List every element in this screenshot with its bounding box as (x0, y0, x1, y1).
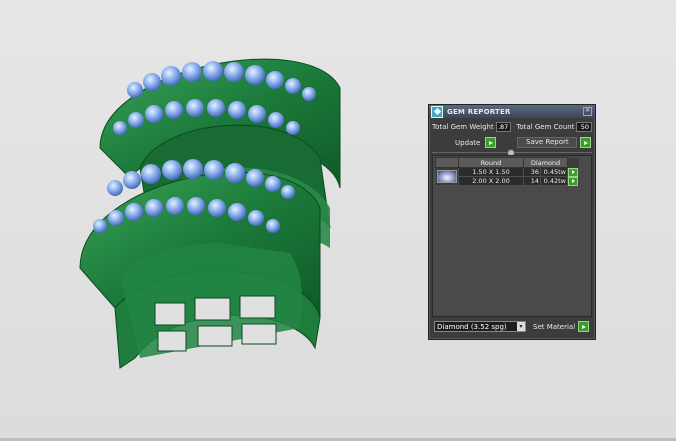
header-material: Diamond (523, 157, 568, 168)
gem-reporter-app-icon (431, 105, 443, 118)
set-material-label[interactable]: Set Material (533, 323, 575, 331)
total-gem-count-value: 50 (576, 122, 592, 132)
material-select[interactable]: Diamond (3.52 spg) ▾ (434, 321, 526, 332)
update-label[interactable]: Update (453, 139, 482, 147)
total-gem-count-label: Total Gem Count (516, 123, 575, 131)
gem-reporter-panel: GEM REPORTER ✕ Total Gem Weight .87 Tota… (428, 104, 596, 340)
total-gem-weight-value: .87 (495, 122, 512, 132)
row-weight: 0.42tw (540, 176, 568, 186)
material-bar: Diamond (3.52 spg) ▾ Set Material (434, 321, 590, 332)
row-go-cell (567, 167, 579, 177)
gem-table-header: Round Diamond (435, 157, 579, 168)
row-weight: 0.45tw (540, 167, 568, 177)
row-go-icon[interactable] (568, 167, 578, 177)
material-select-value: Diamond (3.52 spg) (437, 322, 507, 331)
row-size: 1.50 X 1.50 (458, 167, 524, 177)
panel-title: GEM REPORTER (447, 107, 511, 116)
gem-table: Round Diamond 1.50 X 1.50 36 0.45tw 2.00… (435, 157, 579, 186)
totals-row: Total Gem Weight .87 Total Gem Count 50 (429, 118, 595, 132)
panel-titlebar[interactable]: GEM REPORTER ✕ (429, 105, 595, 118)
set-material-go-icon[interactable] (578, 321, 590, 332)
row-count: 14 (523, 176, 541, 186)
gem-preview-icon (437, 170, 457, 183)
header-icon-col (435, 157, 459, 168)
gem-preview-cell (435, 167, 459, 186)
save-go-icon[interactable] (580, 137, 592, 148)
ring-model[interactable] (60, 28, 390, 388)
row-go-icon[interactable] (568, 176, 578, 186)
close-icon[interactable]: ✕ (583, 107, 592, 116)
gem-list-area: Round Diamond 1.50 X 1.50 36 0.45tw 2.00… (432, 155, 592, 317)
actions-row: Update Save Report (429, 132, 595, 148)
header-shape: Round (458, 157, 524, 168)
row-count: 36 (523, 167, 541, 177)
save-report-button[interactable]: Save Report (517, 137, 578, 148)
chevron-down-icon[interactable]: ▾ (517, 322, 525, 331)
update-go-icon[interactable] (485, 137, 497, 148)
total-gem-weight-label: Total Gem Weight (432, 123, 494, 131)
table-row[interactable]: 1.50 X 1.50 36 0.45tw (435, 167, 579, 186)
row-go-cell (567, 176, 579, 186)
save-report-group: Save Report (517, 137, 592, 148)
row-size: 2.00 X 2.00 (458, 176, 524, 186)
header-go-col (567, 157, 579, 168)
